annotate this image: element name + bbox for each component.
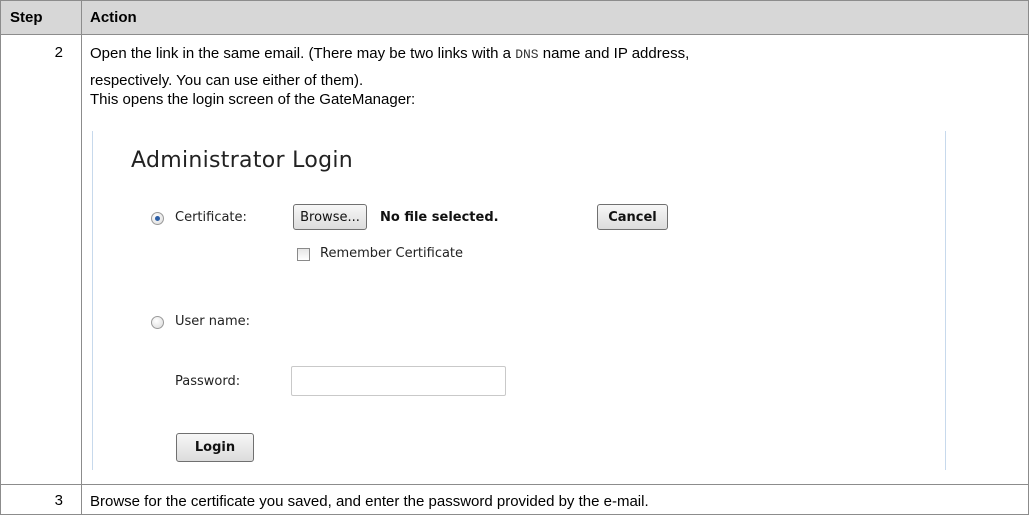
step-2-text: Open the link in the same email. (There … <box>90 45 516 62</box>
step-number: 2 <box>54 44 63 61</box>
column-divider <box>81 1 82 514</box>
file-status: No file selected. <box>380 210 499 225</box>
login-screenshot: Administrator Login Certificate: Browse.… <box>92 131 947 470</box>
password-field[interactable] <box>291 366 506 396</box>
step-3-text: Browse for the certificate you saved, an… <box>90 493 649 510</box>
certificate-label: Certificate: <box>175 210 247 225</box>
browse-button[interactable]: Browse... <box>293 204 367 230</box>
procedure-table: Step Action 2 Open the link in the same … <box>0 0 1029 515</box>
login-title: Administrator Login <box>131 148 354 173</box>
certificate-radio[interactable] <box>151 212 164 225</box>
step-2-line-1: Open the link in the same email. (There … <box>90 43 689 65</box>
screenshot-border-right <box>945 131 946 470</box>
password-label: Password: <box>175 374 241 389</box>
row-divider <box>1 484 1028 485</box>
step-2-line-3: This opens the login screen of the GateM… <box>90 91 416 108</box>
cancel-button[interactable]: Cancel <box>597 204 668 230</box>
step-2-line-2: respectively. You can use either of them… <box>90 72 364 89</box>
username-label: User name: <box>175 314 251 329</box>
remember-label: Remember Certificate <box>320 246 464 261</box>
username-radio[interactable] <box>151 316 164 329</box>
dns-code: DNS <box>515 47 539 62</box>
login-button[interactable]: Login <box>176 433 254 462</box>
header-action: Action <box>90 9 137 26</box>
step-number: 3 <box>54 492 63 509</box>
table-header-row: Step Action <box>1 1 1028 35</box>
step-2-text-end: name and IP address, <box>538 45 690 62</box>
screenshot-border-left <box>92 131 93 470</box>
remember-checkbox[interactable] <box>297 248 310 261</box>
header-step: Step <box>10 9 43 26</box>
